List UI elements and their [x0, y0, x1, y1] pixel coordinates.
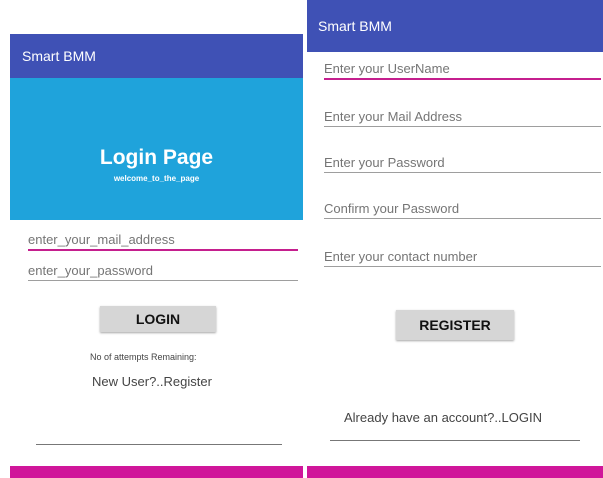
confirm-password-input[interactable]	[324, 198, 601, 218]
mail-field	[324, 106, 601, 127]
password-field	[28, 260, 298, 281]
login-screen: Smart BMM Login Page welcome_to_the_page…	[0, 0, 303, 478]
register-link[interactable]: New User?..Register	[92, 374, 212, 389]
password-input[interactable]	[28, 260, 298, 280]
register-screen: Smart BMM REGISTER Already have an accou…	[307, 0, 603, 478]
app-title: Smart BMM	[22, 48, 96, 64]
confirm-password-field	[324, 198, 601, 219]
username-field	[324, 58, 601, 80]
divider	[330, 440, 580, 441]
username-input[interactable]	[324, 58, 601, 78]
bottom-bar	[307, 466, 603, 478]
mail-input[interactable]	[324, 106, 601, 126]
app-bar: Smart BMM	[10, 34, 303, 78]
login-header: Login Page welcome_to_the_page	[10, 78, 303, 220]
password-field	[324, 152, 601, 173]
email-field	[28, 229, 298, 251]
bottom-bar	[10, 466, 303, 478]
login-button[interactable]: LOGIN	[100, 306, 216, 332]
app-title: Smart BMM	[318, 18, 392, 34]
password-input[interactable]	[324, 152, 601, 172]
page-title: Login Page	[99, 146, 214, 169]
divider	[36, 444, 282, 445]
page-subtitle: welcome_to_the_page	[113, 174, 200, 183]
attempts-label: No of attempts Remaining:	[90, 352, 197, 362]
login-link[interactable]: Already have an account?..LOGIN	[344, 410, 542, 425]
app-bar: Smart BMM	[307, 0, 603, 52]
email-input[interactable]	[28, 229, 298, 249]
register-button[interactable]: REGISTER	[396, 310, 514, 340]
contact-input[interactable]	[324, 246, 601, 266]
contact-field	[324, 246, 601, 267]
